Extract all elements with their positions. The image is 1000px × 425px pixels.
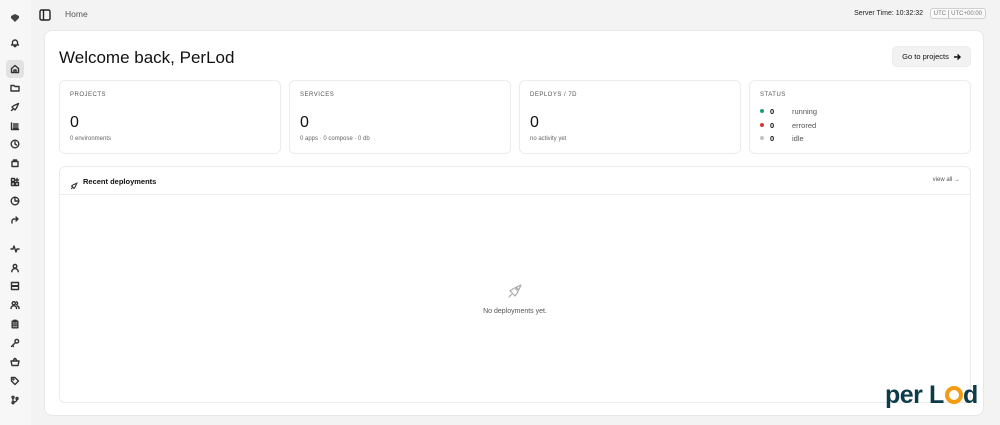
pie-chart-icon[interactable] xyxy=(6,192,24,210)
recent-deployments-title: Recent deployments xyxy=(83,177,157,186)
deploys-card[interactable]: DEPLOYS / 7D 0 no activity yet xyxy=(519,80,741,154)
go-to-projects-button[interactable]: Go to projects xyxy=(892,46,971,67)
server-time-label: Server Time: xyxy=(854,10,894,17)
arrow-right-icon xyxy=(953,53,961,60)
main-panel: Welcome back, PerLod Go to projects PROJ… xyxy=(44,30,984,416)
timezone-offset: UTC+00:00 xyxy=(951,10,982,17)
services-sub: 0 apps · 0 compose · 0 db xyxy=(300,136,370,142)
timezone-badge: UTC UTC+00:00 xyxy=(929,8,986,19)
clock-icon[interactable] xyxy=(6,135,24,153)
status-name-errored: errored xyxy=(792,120,817,130)
deploys-sub: no activity yet xyxy=(530,136,567,142)
deploys-label: DEPLOYS / 7D xyxy=(530,92,578,98)
tag-icon[interactable] xyxy=(6,372,24,390)
clipboard-icon[interactable] xyxy=(6,315,24,333)
git-branch-icon[interactable] xyxy=(6,391,24,409)
projects-value: 0 xyxy=(70,114,79,131)
server-icon[interactable] xyxy=(6,277,24,295)
rocket-icon[interactable] xyxy=(6,98,24,116)
rocket-empty-icon xyxy=(507,283,523,299)
projects-sub: 0 environments xyxy=(70,136,112,142)
svg-text:per: per xyxy=(885,381,923,409)
users-icon[interactable] xyxy=(6,296,24,314)
perlod-logo: per L d xyxy=(885,381,978,409)
svg-text:L: L xyxy=(929,381,944,409)
status-row-running: 0 running xyxy=(760,106,817,116)
svg-text:d: d xyxy=(963,381,978,409)
list-icon[interactable] xyxy=(6,117,24,135)
status-dot-running xyxy=(760,109,764,113)
status-row-errored: 0 errored xyxy=(760,120,816,130)
projects-label: PROJECTS xyxy=(70,92,107,98)
empty-state-text: No deployments yet. xyxy=(483,308,547,315)
services-value: 0 xyxy=(300,114,309,131)
status-count-running: 0 xyxy=(770,106,775,116)
status-count-errored: 0 xyxy=(770,120,775,130)
status-card: STATUS 0 running 0 errored 0 idle xyxy=(749,80,971,154)
sidebar xyxy=(0,0,31,425)
rocket-icon xyxy=(70,177,78,190)
status-label: STATUS xyxy=(760,92,786,98)
topbar: Home Server Time: 10:32:32 UTC UTC+00:00 xyxy=(31,0,1000,30)
page-title: Welcome back, PerLod xyxy=(59,48,235,67)
services-card[interactable]: SERVICES 0 0 apps · 0 compose · 0 db xyxy=(289,80,511,154)
timezone-short: UTC xyxy=(933,10,947,17)
package-icon[interactable] xyxy=(6,154,24,172)
view-all-link[interactable]: view all → xyxy=(933,177,960,183)
server-time: Server Time: 10:32:32 xyxy=(854,10,923,17)
recent-deployments-header: Recent deployments view all → xyxy=(60,167,970,195)
status-dot-errored xyxy=(760,123,764,127)
basket-icon[interactable] xyxy=(6,353,24,371)
timezone-divider xyxy=(948,9,950,18)
status-name-idle: idle xyxy=(792,133,804,143)
recent-deployments-panel: Recent deployments view all → No deploym… xyxy=(59,166,971,403)
key-icon[interactable] xyxy=(6,334,24,352)
status-dot-idle xyxy=(760,136,764,140)
server-time-value: 10:32:32 xyxy=(895,10,923,17)
logo-icon[interactable] xyxy=(6,9,24,27)
home-icon[interactable] xyxy=(6,60,24,78)
status-row-idle: 0 idle xyxy=(760,133,804,143)
sidebar-toggle-icon[interactable] xyxy=(39,8,51,21)
redirect-icon[interactable] xyxy=(6,211,24,229)
services-label: SERVICES xyxy=(300,92,335,98)
folder-icon[interactable] xyxy=(6,79,24,97)
status-name-running: running xyxy=(792,106,818,116)
projects-card[interactable]: PROJECTS 0 0 environments xyxy=(59,80,281,154)
go-to-projects-label: Go to projects xyxy=(902,52,949,61)
activity-icon[interactable] xyxy=(6,240,24,258)
deploys-value: 0 xyxy=(530,114,539,131)
templates-icon[interactable] xyxy=(6,173,24,191)
bell-icon[interactable] xyxy=(6,34,24,52)
status-count-idle: 0 xyxy=(770,133,775,143)
user-icon[interactable] xyxy=(6,259,24,277)
breadcrumb[interactable]: Home xyxy=(65,9,88,19)
